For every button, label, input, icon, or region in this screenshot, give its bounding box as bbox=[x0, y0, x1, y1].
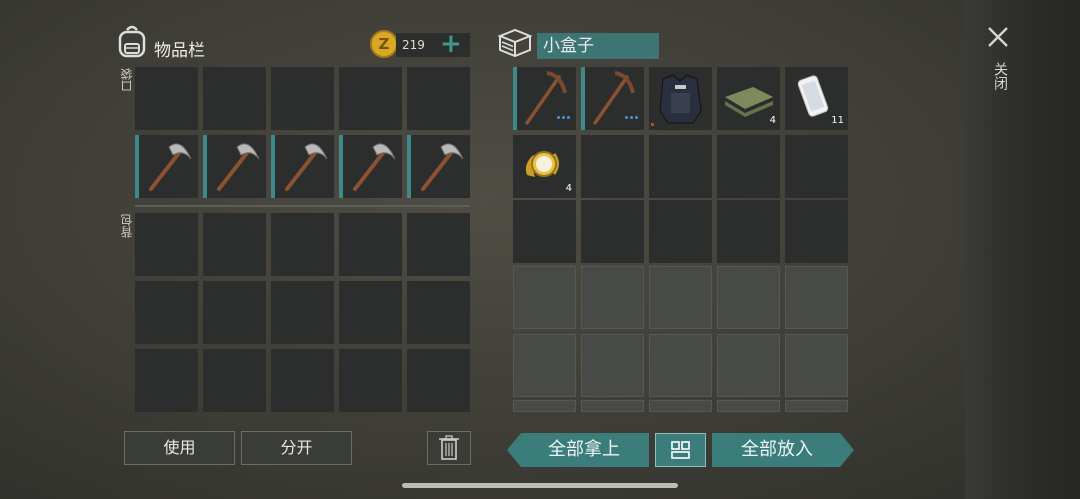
grid-icon bbox=[671, 441, 690, 459]
container-slot[interactable] bbox=[513, 67, 576, 130]
item-count: 11 bbox=[831, 115, 844, 126]
locked-slot bbox=[649, 266, 712, 329]
close-icon bbox=[988, 27, 1008, 47]
police-vest-icon bbox=[659, 74, 702, 124]
pocket-slot[interactable] bbox=[203, 67, 266, 130]
add-coins-button[interactable]: + bbox=[440, 29, 462, 59]
locked-slot bbox=[717, 266, 780, 329]
pocket-slot[interactable] bbox=[271, 67, 334, 130]
backpack-slot[interactable] bbox=[203, 349, 266, 412]
backpack-slot[interactable] bbox=[407, 213, 470, 276]
locked-slot bbox=[785, 266, 848, 329]
item-count: 4 bbox=[565, 183, 572, 194]
take-all-label: 全部拿上 bbox=[548, 439, 620, 460]
pocket-slot[interactable] bbox=[135, 67, 198, 130]
locked-slot bbox=[513, 266, 576, 329]
locked-slot bbox=[785, 400, 848, 412]
backpack-slot[interactable] bbox=[271, 281, 334, 344]
backpack-slot[interactable] bbox=[135, 281, 198, 344]
container-title: 小盒子 bbox=[537, 33, 659, 59]
locked-slot bbox=[785, 334, 848, 397]
close-label: 关闭 bbox=[992, 62, 1008, 90]
pocket-slot-pickaxe[interactable] bbox=[407, 135, 470, 198]
rarity-dots bbox=[625, 104, 640, 123]
home-indicator bbox=[402, 483, 678, 488]
backpack-slot[interactable] bbox=[135, 213, 198, 276]
locked-slot bbox=[513, 334, 576, 397]
iron-pickaxe-icon bbox=[149, 143, 192, 191]
backpack-icon bbox=[116, 24, 148, 58]
container-slot[interactable]: 4 bbox=[513, 135, 576, 198]
rarity-dots bbox=[557, 104, 572, 123]
trash-button[interactable] bbox=[427, 431, 471, 465]
put-all-button[interactable]: 全部放入 bbox=[712, 433, 854, 467]
iron-pickaxe-icon bbox=[353, 143, 396, 191]
locked-slot bbox=[717, 334, 780, 397]
container-slot[interactable]: 4 bbox=[717, 67, 780, 130]
backpack-slot[interactable] bbox=[339, 213, 402, 276]
backpack-slot[interactable] bbox=[407, 281, 470, 344]
iron-pickaxe-icon bbox=[217, 143, 260, 191]
locked-slot bbox=[717, 400, 780, 412]
backpack-slot[interactable] bbox=[407, 349, 470, 412]
container-slot[interactable] bbox=[649, 200, 712, 263]
container-slot[interactable]: 11 bbox=[785, 67, 848, 130]
container-slot[interactable] bbox=[581, 200, 644, 263]
pocket-slot-pickaxe[interactable] bbox=[135, 135, 198, 198]
inventory-title: 物品栏 bbox=[154, 41, 205, 61]
section-divider bbox=[135, 205, 470, 207]
coin-count: 219 bbox=[402, 38, 425, 52]
backpack-slot[interactable] bbox=[271, 213, 334, 276]
container-slot[interactable] bbox=[717, 135, 780, 198]
close-panel bbox=[965, 0, 1080, 499]
container-slot[interactable] bbox=[785, 135, 848, 198]
container-slot[interactable] bbox=[649, 67, 712, 130]
container-slot[interactable] bbox=[581, 135, 644, 198]
backpack-slot[interactable] bbox=[271, 349, 334, 412]
iron-pickaxe-icon bbox=[421, 143, 464, 191]
locked-slot bbox=[581, 334, 644, 397]
box-icon bbox=[497, 27, 533, 59]
pocket-slot-pickaxe[interactable] bbox=[339, 135, 402, 198]
coin-icon: Z bbox=[370, 30, 398, 58]
backpack-slot[interactable] bbox=[339, 281, 402, 344]
container-slot[interactable] bbox=[513, 200, 576, 263]
trash-icon bbox=[439, 435, 459, 460]
backpack-slot[interactable] bbox=[339, 349, 402, 412]
container-slot[interactable] bbox=[717, 200, 780, 263]
coin-counter: 219 + bbox=[396, 29, 470, 59]
pocket-slot[interactable] bbox=[407, 67, 470, 130]
pocket-slot-pickaxe[interactable] bbox=[203, 135, 266, 198]
locked-slot bbox=[649, 400, 712, 412]
locked-slot bbox=[513, 400, 576, 412]
use-button[interactable]: 使用 bbox=[124, 431, 235, 465]
pocket-slot[interactable] bbox=[339, 67, 402, 130]
backpack-slot[interactable] bbox=[203, 213, 266, 276]
take-all-button[interactable]: 全部拿上 bbox=[507, 433, 649, 467]
container-slot[interactable] bbox=[785, 200, 848, 263]
locked-slot bbox=[649, 334, 712, 397]
red-marker bbox=[651, 123, 654, 126]
iron-pickaxe-icon bbox=[285, 143, 328, 191]
pocket-slot-pickaxe[interactable] bbox=[271, 135, 334, 198]
pocket-label: 口袋 bbox=[120, 68, 134, 92]
container-slot[interactable] bbox=[581, 67, 644, 130]
item-count: 4 bbox=[769, 115, 776, 126]
backpack-slot[interactable] bbox=[203, 281, 266, 344]
sort-button[interactable] bbox=[655, 433, 706, 467]
container-slot[interactable] bbox=[649, 135, 712, 198]
split-button[interactable]: 分开 bbox=[241, 431, 352, 465]
locked-slot bbox=[581, 400, 644, 412]
locked-slot bbox=[581, 266, 644, 329]
close-button[interactable]: 关闭 bbox=[985, 24, 1011, 104]
put-all-label: 全部放入 bbox=[741, 439, 813, 460]
backpack-label: 背包 bbox=[120, 214, 134, 238]
backpack-slot[interactable] bbox=[135, 349, 198, 412]
